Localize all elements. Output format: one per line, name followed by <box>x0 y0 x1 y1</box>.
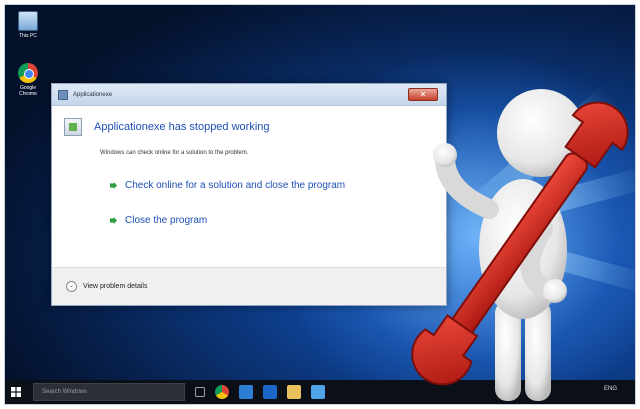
edge-icon[interactable] <box>263 385 277 399</box>
task-view-icon[interactable] <box>195 387 205 397</box>
desktop-icon-chrome[interactable]: Google Chrome <box>11 63 45 97</box>
chrome-taskbar-icon[interactable] <box>215 385 229 399</box>
program-icon <box>64 118 82 136</box>
expand-details-toggle[interactable]: ⌄ <box>66 281 77 292</box>
screenshot-frame: This PC Google Chrome Applicationexe ✕ A… <box>4 4 636 405</box>
start-button[interactable] <box>5 380 27 404</box>
app-icon <box>58 89 68 100</box>
view-problem-details-link[interactable]: View problem details <box>83 283 147 290</box>
dialog-title: Applicationexe <box>73 91 113 98</box>
mail-icon[interactable] <box>311 385 325 399</box>
green-arrow-icon <box>110 182 117 189</box>
windows-logo-icon <box>11 387 21 397</box>
store-icon[interactable] <box>239 385 253 399</box>
dialog-subtext: Windows can check online for a solution … <box>100 150 249 156</box>
dialog-content: Applicationexe has stopped working Windo… <box>52 106 446 226</box>
error-message: Applicationexe has stopped working <box>94 121 270 133</box>
dialog-titlebar[interactable]: Applicationexe ✕ <box>52 84 446 106</box>
option-label: Check online for a solution and close th… <box>125 180 346 191</box>
mascot-with-wrench <box>411 89 629 401</box>
error-dialog: Applicationexe ✕ Applicationexe has stop… <box>51 83 447 306</box>
check-online-option[interactable]: Check online for a solution and close th… <box>110 180 434 191</box>
close-program-option[interactable]: Close the program <box>110 215 434 226</box>
computer-icon <box>18 11 38 31</box>
desktop-icon-label: This PC <box>19 33 37 39</box>
option-label: Close the program <box>125 215 208 226</box>
desktop-icon-label: Google Chrome <box>19 85 37 97</box>
green-arrow-icon <box>110 217 117 224</box>
file-explorer-icon[interactable] <box>287 385 301 399</box>
dialog-headline: Applicationexe has stopped working <box>64 118 434 136</box>
desktop-icon-this-pc[interactable]: This PC <box>11 11 45 39</box>
chrome-icon <box>18 63 38 83</box>
taskbar-search[interactable]: Search Windows <box>33 383 185 401</box>
dialog-footer: ⌄ View problem details <box>52 267 446 305</box>
